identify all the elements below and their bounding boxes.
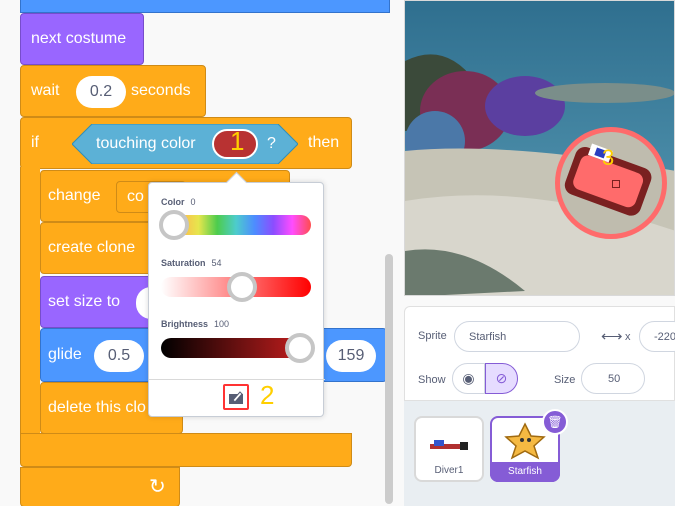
brightness-label: Brightness 100 [161, 319, 229, 329]
sprite-name-field[interactable]: Starfish [454, 321, 580, 352]
wait-block[interactable]: wait 0.2 seconds [20, 65, 206, 117]
glide-seconds-input[interactable]: 0.5 [94, 340, 144, 372]
change-label: change [48, 187, 101, 204]
sprite-tile-diver1[interactable]: Diver1 [414, 416, 484, 482]
eyedropper-icon [229, 391, 243, 404]
sprite-info-panel: Sprite Starfish ⟷ x -220 Show ◉ ⊘ Size 5… [404, 306, 675, 401]
glide-y-input[interactable]: 159 [326, 340, 376, 372]
brightness-label-text: Brightness [161, 319, 209, 329]
if-footer [20, 433, 352, 467]
delete-sprite-button[interactable]: 🗑 [542, 409, 568, 435]
touching-color-block[interactable]: touching color ? [71, 123, 299, 165]
sprite-name-starfish: Starfish [508, 466, 542, 477]
set-size-block[interactable]: set size to [40, 276, 166, 328]
sprite-label: Sprite [418, 330, 447, 342]
color-value: 0 [190, 197, 196, 207]
x-position-field[interactable]: -220 [639, 321, 675, 352]
create-clone-block[interactable]: create clone [40, 222, 160, 274]
saturation-label: Saturation 54 [161, 258, 222, 268]
color-slider-knob[interactable] [159, 210, 189, 240]
saturation-value: 54 [211, 258, 222, 268]
picker-divider [149, 379, 325, 380]
show-label: Show [418, 374, 446, 386]
magnifier-crosshair [612, 180, 620, 188]
show-hidden-button[interactable]: ⊘ [485, 363, 518, 394]
color-label: Color 0 [161, 197, 196, 207]
brightness-slider-knob[interactable] [285, 333, 315, 363]
glide-label: glide [48, 346, 82, 363]
set-size-label: set size to [48, 293, 121, 310]
saturation-slider-knob[interactable] [227, 272, 257, 302]
cutoff-block[interactable] [20, 0, 390, 13]
diver-thumbnail-icon [430, 440, 468, 450]
stage[interactable]: 3 [404, 0, 675, 296]
delete-clone-label: delete this clo [48, 399, 146, 416]
repeat-footer-block: ↻ [20, 467, 180, 506]
if-label: if [31, 134, 39, 151]
annotation-2: 2 [260, 380, 275, 410]
then-label: then [308, 134, 340, 151]
vertical-scrollbar[interactable] [385, 254, 393, 504]
color-magnifier [555, 127, 667, 239]
size-label: Size [554, 374, 576, 386]
question-mark: ? [267, 135, 276, 152]
next-costume-block[interactable]: next costume [20, 13, 144, 65]
size-field[interactable]: 50 [581, 363, 645, 394]
if-arm [20, 167, 40, 437]
trash-icon: 🗑 [547, 415, 563, 429]
brightness-value: 100 [214, 319, 230, 329]
eyedropper-button[interactable] [223, 384, 249, 410]
saturation-label-text: Saturation [161, 258, 206, 268]
seconds-label: seconds [131, 82, 191, 99]
eye-icon: ◉ [462, 370, 475, 386]
next-costume-label: next costume [31, 30, 127, 47]
wait-seconds-input[interactable]: 0.2 [76, 76, 126, 108]
color-label-text: Color [161, 197, 185, 207]
x-arrows-icon: ⟷ [601, 328, 623, 345]
wait-label: wait [31, 82, 60, 99]
show-visible-button[interactable]: ◉ [452, 363, 485, 394]
annotation-1: 1 [230, 126, 245, 156]
sprite-list: Diver1 Starfish 🗑 [404, 401, 675, 506]
loop-arrow-icon: ↻ [149, 476, 166, 498]
touching-color-label: touching color [96, 135, 196, 152]
color-picker-popover: Color 0 Saturation 54 Brightness 100 2 [148, 171, 325, 417]
x-label: x [625, 331, 631, 343]
eye-slash-icon: ⊘ [495, 370, 508, 386]
create-clone-label: create clone [48, 239, 136, 256]
annotation-3: 3 [602, 145, 615, 170]
sprite-name-diver1: Diver1 [434, 465, 464, 476]
